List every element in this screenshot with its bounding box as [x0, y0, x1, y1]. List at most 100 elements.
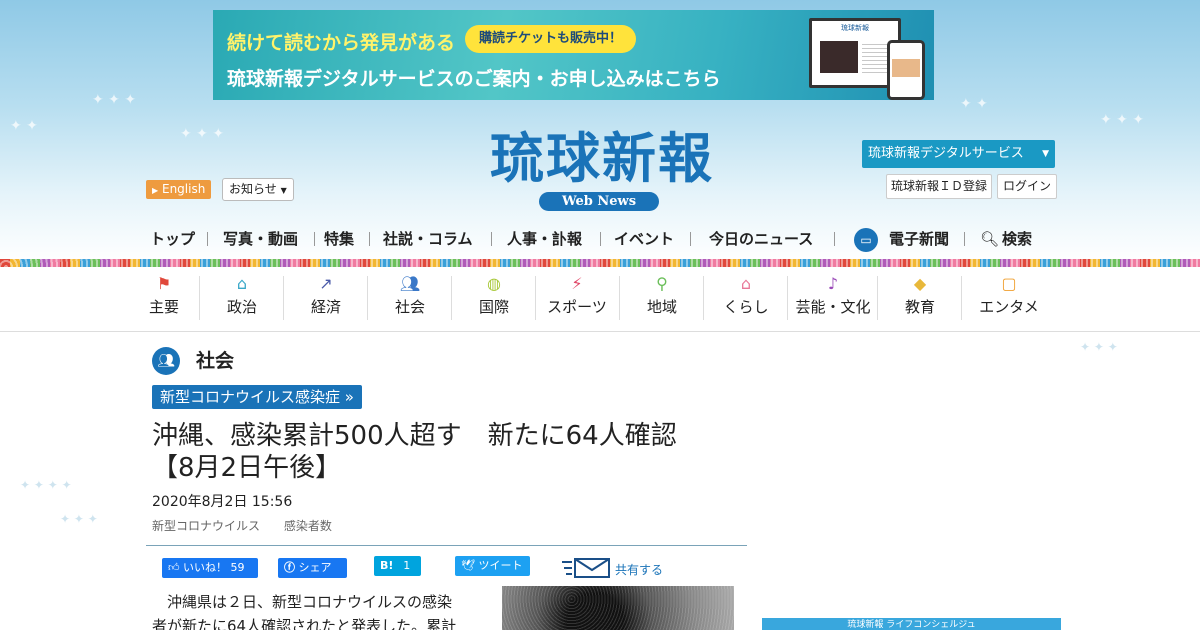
tag-link[interactable]: 新型コロナウイルス: [152, 519, 260, 533]
phone-icon: [887, 40, 925, 100]
hatena-label: B!: [380, 559, 394, 572]
category-label: 経済: [310, 298, 341, 316]
hatena-bookmark-button[interactable]: B! 1: [374, 556, 421, 576]
digital-service-label: 琉球新報デジタルサービス: [868, 146, 1024, 161]
tweet-label: ツイート: [478, 559, 523, 572]
category-label: 社会: [394, 298, 425, 316]
category-divider: [787, 276, 788, 320]
side-banner[interactable]: 琉球新報 ライフコンシェルジュ: [762, 618, 1061, 630]
share-text-link[interactable]: 共有する: [615, 561, 663, 578]
fish-decoration-icon: ✦ ✦: [960, 96, 988, 112]
nav-event[interactable]: イベント: [614, 226, 674, 252]
category-label: エンタメ: [979, 298, 1039, 316]
category-divider: [283, 276, 284, 320]
notice-label: お知らせ: [229, 182, 277, 196]
search-icon[interactable]: 🔍︎: [980, 226, 999, 252]
nav-photo-video[interactable]: 写真・動画: [223, 226, 298, 252]
site-logo[interactable]: 琉球新報 Web News: [452, 128, 752, 214]
logo-title: 琉球新報: [490, 126, 714, 190]
category-entertainment[interactable]: ▢ エンタメ: [974, 270, 1044, 326]
sanshin-icon: ♪: [827, 274, 839, 293]
section-title[interactable]: 社会: [196, 348, 234, 374]
category-politics[interactable]: ⌂ 政治: [222, 270, 262, 326]
logo-subtitle: Web News: [539, 192, 659, 211]
caret-down-icon: ▼: [1042, 149, 1049, 159]
category-nav: ⚑ 主要 ⌂ 政治 ↗ 経済 👥︎ 社会 ◍ 国際 ⚡︎ スポーツ ⚲ 地域 ⌂…: [146, 270, 1056, 326]
nav-divider: [491, 232, 492, 246]
category-arts-culture[interactable]: ♪ 芸能・文化: [792, 270, 874, 326]
nav-today-news[interactable]: 今日のニュース: [709, 226, 813, 252]
people-icon: 👥︎: [399, 274, 421, 293]
category-divider: [199, 276, 200, 320]
tv-icon: ▢: [1001, 274, 1017, 293]
topic-tag-link[interactable]: 新型コロナウイルス感染症 »: [152, 385, 362, 409]
notice-dropdown[interactable]: お知らせ ▼: [222, 178, 294, 201]
nav-divider: [600, 232, 601, 246]
fish-decoration-icon: ✦ ✦: [10, 118, 38, 134]
fish-decoration-icon: ✦ ✦ ✦: [92, 92, 137, 108]
category-economy[interactable]: ↗ 経済: [306, 270, 346, 326]
article-image[interactable]: [502, 586, 734, 630]
category-life[interactable]: ⌂ くらし: [720, 270, 772, 326]
category-society[interactable]: 👥︎ 社会: [390, 270, 430, 326]
people-icon: 👥︎: [152, 347, 180, 375]
twitter-bird-icon: 🕊︎: [461, 559, 475, 572]
flag-icon: ⚑: [156, 274, 172, 293]
caret-down-icon: ▼: [280, 186, 287, 195]
english-button[interactable]: ▶ English: [146, 180, 212, 199]
nav-feature[interactable]: 特集: [324, 226, 354, 252]
fish-decoration-icon: ✦ ✦ ✦: [60, 512, 98, 526]
category-divider: [451, 276, 452, 320]
fish-decoration-icon: ✦ ✦ ✦ ✦: [20, 478, 72, 492]
tweet-button[interactable]: 🕊︎ ツイート: [455, 556, 530, 576]
category-region[interactable]: ⚲ 地域: [642, 270, 682, 326]
nav-divider: [964, 232, 965, 246]
article-tags: 新型コロナウイルス 感染者数: [152, 517, 352, 534]
share-label: シェア: [298, 561, 332, 574]
category-divider: [877, 276, 878, 320]
nav-divider: [690, 232, 691, 246]
digital-service-dropdown[interactable]: 琉球新報デジタルサービス ▼: [862, 140, 1055, 168]
id-register-button[interactable]: 琉球新報ＩＤ登録: [886, 174, 993, 199]
runner-icon: ⚡︎: [571, 274, 583, 293]
facebook-share-button[interactable]: ⓕ シェア: [278, 558, 347, 578]
nav-divider: [834, 232, 835, 246]
category-label: 芸能・文化: [795, 298, 871, 316]
category-education[interactable]: ◆ 教育: [900, 270, 940, 326]
tag-link[interactable]: 感染者数: [284, 519, 332, 533]
banner-headline: 続けて読むから発見がある: [227, 32, 456, 54]
article-body: 沖縄県は２日、新型コロナウイルスの感染 者が新たに64人確認されたと発表した。累…: [152, 590, 476, 630]
category-label: スポーツ: [547, 298, 607, 316]
category-divider: [703, 276, 704, 320]
digital-service-banner[interactable]: 続けて読むから発見がある 購読チケットも販売中！ 琉球新報デジタルサービスのご案…: [213, 10, 934, 100]
content-divider: [146, 545, 747, 546]
category-label: 主要: [148, 298, 179, 316]
devices-illustration: 琉球新報: [809, 18, 927, 100]
login-button[interactable]: ログイン: [997, 174, 1058, 199]
nav-search[interactable]: 検索: [1002, 226, 1032, 252]
triangle-right-icon: ▶: [152, 186, 159, 195]
fish-decoration-icon: ✦ ✦ ✦: [180, 126, 225, 142]
facebook-like-button[interactable]: 👍︎ いいね！ 59: [162, 558, 258, 578]
fish-decoration-icon: ✦ ✦ ✦: [1080, 340, 1118, 354]
category-divider: [619, 276, 620, 320]
nav-e-paper[interactable]: 電子新聞: [889, 226, 949, 252]
nav-top[interactable]: トップ: [150, 226, 195, 252]
banner-ticket-badge: 購読チケットも販売中！: [465, 25, 637, 53]
like-count: 59: [230, 561, 245, 574]
category-divider: [367, 276, 368, 320]
facebook-icon: ⓕ: [284, 561, 295, 574]
category-international[interactable]: ◍ 国際: [474, 270, 514, 326]
category-label: 地域: [646, 298, 677, 316]
globe-icon: ◍: [487, 274, 501, 293]
nav-editorial-column[interactable]: 社説・コラム: [383, 226, 473, 252]
category-label: 国際: [478, 298, 509, 316]
category-main[interactable]: ⚑ 主要: [146, 270, 182, 326]
category-divider: [961, 276, 962, 320]
parliament-icon: ⌂: [236, 274, 248, 293]
nav-personnel-obituary[interactable]: 人事・訃報: [507, 226, 582, 252]
fish-decoration-icon: ✦ ✦ ✦: [1100, 112, 1145, 128]
mail-share-icon[interactable]: [562, 556, 612, 580]
category-sports[interactable]: ⚡︎ スポーツ: [544, 270, 610, 326]
category-divider-line: [0, 331, 1200, 332]
